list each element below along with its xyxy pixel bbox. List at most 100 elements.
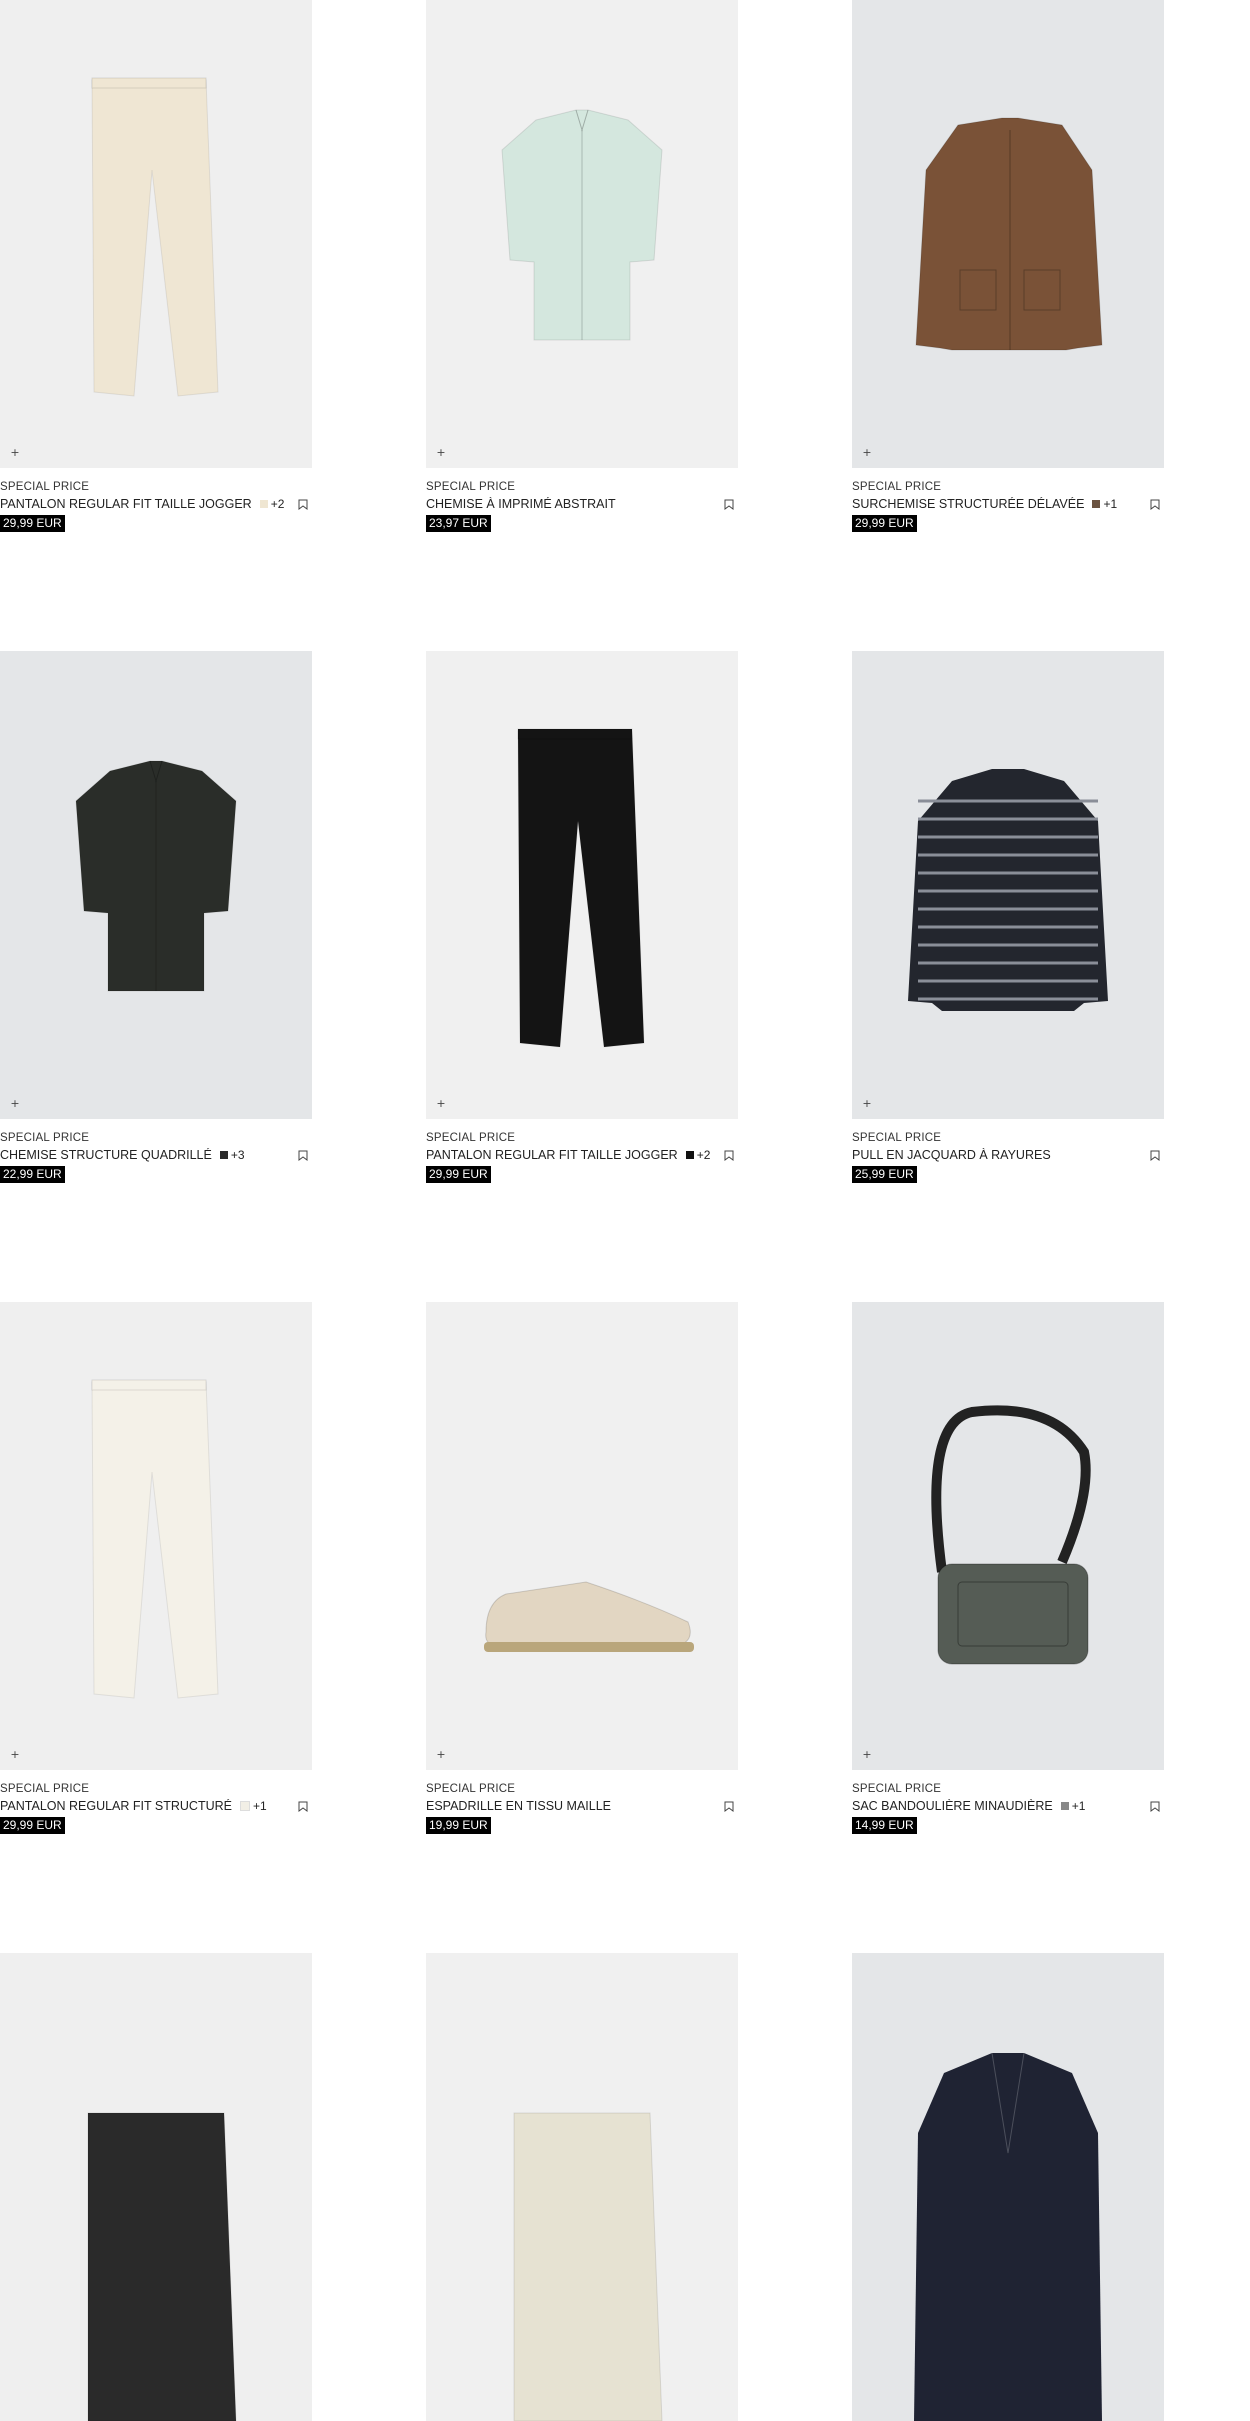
product-price: 19,99 EUR bbox=[426, 1817, 491, 1834]
product-name-row: CHEMISE STRUCTURE QUADRILLÉ +3 bbox=[0, 1145, 312, 1165]
shirt-icon bbox=[501, 109, 663, 341]
shorts-icon bbox=[513, 2112, 663, 2421]
more-colors-count[interactable]: +1 bbox=[1103, 497, 1117, 511]
product-image[interactable]: + bbox=[0, 1302, 312, 1770]
shirt-icon bbox=[75, 760, 237, 992]
color-swatch[interactable] bbox=[259, 500, 268, 508]
bookmark-icon[interactable] bbox=[298, 1801, 308, 1812]
trousers-icon bbox=[517, 728, 645, 1048]
product-image[interactable]: + bbox=[852, 0, 1164, 468]
product-image[interactable]: + bbox=[852, 1302, 1164, 1770]
product-image[interactable]: + bbox=[852, 651, 1164, 1119]
product-name[interactable]: SURCHEMISE STRUCTURÉE DÉLAVÉE bbox=[852, 497, 1084, 511]
shoe-icon bbox=[484, 1581, 694, 1652]
product-info: SPECIAL PRICE SAC BANDOULIÈRE MINAUDIÈRE +… bbox=[852, 1770, 1164, 1834]
product-price: 29,99 EUR bbox=[0, 515, 65, 532]
product-card[interactable]: + SPECIAL PRICE CHEMISE STRUCTURE QUADRILL… bbox=[0, 651, 312, 1183]
product-card[interactable] bbox=[426, 1953, 738, 2421]
quick-add-button[interactable]: + bbox=[862, 1098, 872, 1109]
product-price: 23,97 EUR bbox=[426, 515, 491, 532]
quick-add-button[interactable]: + bbox=[436, 447, 446, 458]
product-name-row: PANTALON REGULAR FIT TAILLE JOGGER +2 bbox=[426, 1145, 738, 1165]
product-name[interactable]: PANTALON REGULAR FIT STRUCTURÉ bbox=[0, 1799, 232, 1813]
quick-add-button[interactable]: + bbox=[862, 1749, 872, 1760]
product-image[interactable]: + bbox=[426, 651, 738, 1119]
product-card[interactable] bbox=[0, 1953, 312, 2421]
product-name-row: PULL EN JACQUARD À RAYURES bbox=[852, 1145, 1164, 1165]
bookmark-icon[interactable] bbox=[724, 499, 734, 510]
product-image[interactable]: + bbox=[426, 1302, 738, 1770]
quick-add-button[interactable]: + bbox=[862, 447, 872, 458]
bookmark-icon[interactable] bbox=[298, 1150, 308, 1161]
shorts-icon bbox=[87, 2112, 237, 2421]
more-colors-count[interactable]: +2 bbox=[697, 1148, 711, 1162]
product-image[interactable] bbox=[426, 1953, 738, 2421]
color-swatch[interactable] bbox=[685, 1151, 694, 1159]
bookmark-icon[interactable] bbox=[1150, 1801, 1160, 1812]
product-name[interactable]: PULL EN JACQUARD À RAYURES bbox=[852, 1148, 1051, 1162]
more-colors-count[interactable]: +1 bbox=[253, 1799, 267, 1813]
blazer-icon bbox=[914, 2052, 1102, 2421]
product-image[interactable]: + bbox=[0, 0, 312, 468]
bookmark-icon[interactable] bbox=[1150, 1150, 1160, 1161]
product-price: 29,99 EUR bbox=[852, 515, 917, 532]
color-swatch[interactable] bbox=[1092, 500, 1101, 508]
product-name[interactable]: SAC BANDOULIÈRE MINAUDIÈRE bbox=[852, 1799, 1053, 1813]
product-name[interactable]: CHEMISE STRUCTURE QUADRILLÉ bbox=[0, 1148, 212, 1162]
more-colors-count[interactable]: +1 bbox=[1072, 1799, 1086, 1813]
bookmark-icon[interactable] bbox=[1150, 499, 1160, 510]
product-card[interactable]: + SPECIAL PRICE PANTALON REGULAR FIT TAILL… bbox=[426, 651, 738, 1183]
product-info: SPECIAL PRICE CHEMISE STRUCTURE QUADRILLÉ… bbox=[0, 1119, 312, 1183]
product-image[interactable] bbox=[852, 1953, 1164, 2421]
product-name[interactable]: PANTALON REGULAR FIT TAILLE JOGGER bbox=[426, 1148, 678, 1162]
product-card[interactable]: + SPECIAL PRICE PANTALON REGULAR FIT STRUC… bbox=[0, 1302, 312, 1834]
product-image[interactable]: + bbox=[426, 0, 738, 468]
product-card[interactable]: + SPECIAL PRICE ESPADRILLE EN TISSU MAILLE… bbox=[426, 1302, 738, 1834]
product-name[interactable]: PANTALON REGULAR FIT TAILLE JOGGER bbox=[0, 497, 252, 511]
product-info: SPECIAL PRICE SURCHEMISE STRUCTURÉE DÉLAV… bbox=[852, 468, 1164, 532]
product-card[interactable]: + SPECIAL PRICE SURCHEMISE STRUCTURÉE DÉLA… bbox=[852, 0, 1164, 532]
color-swatch[interactable] bbox=[219, 1151, 228, 1159]
quick-add-button[interactable]: + bbox=[436, 1749, 446, 1760]
special-price-label: SPECIAL PRICE bbox=[0, 1783, 90, 1795]
product-card[interactable]: + SPECIAL PRICE SAC BANDOULIÈRE MINAUDIÈRE… bbox=[852, 1302, 1164, 1834]
more-colors-count[interactable]: +2 bbox=[271, 497, 285, 511]
product-card[interactable]: + SPECIAL PRICE CHEMISE À IMPRIMÉ ABSTRAIT… bbox=[426, 0, 738, 532]
product-price: 29,99 EUR bbox=[426, 1166, 491, 1183]
product-info: SPECIAL PRICE ESPADRILLE EN TISSU MAILLE 1… bbox=[426, 1770, 738, 1834]
color-swatch[interactable] bbox=[239, 1801, 250, 1811]
more-colors-count[interactable]: +3 bbox=[231, 1148, 245, 1162]
product-info: SPECIAL PRICE PULL EN JACQUARD À RAYURES 2… bbox=[852, 1119, 1164, 1183]
product-grid: + SPECIAL PRICE PANTALON REGULAR FIT TAILL… bbox=[0, 0, 1250, 2421]
bookmark-icon[interactable] bbox=[724, 1150, 734, 1161]
product-price: 22,99 EUR bbox=[0, 1166, 65, 1183]
special-price-label: SPECIAL PRICE bbox=[426, 481, 516, 493]
special-price-label: SPECIAL PRICE bbox=[852, 1783, 942, 1795]
special-price-label: SPECIAL PRICE bbox=[426, 1783, 516, 1795]
quick-add-button[interactable]: + bbox=[10, 1098, 20, 1109]
product-card[interactable]: + SPECIAL PRICE PULL EN JACQUARD À RAYURES… bbox=[852, 651, 1164, 1183]
product-card[interactable] bbox=[852, 1953, 1164, 2421]
product-name[interactable]: ESPADRILLE EN TISSU MAILLE bbox=[426, 1799, 611, 1813]
trousers-icon bbox=[91, 77, 219, 397]
product-name-row: PANTALON REGULAR FIT TAILLE JOGGER +2 bbox=[0, 494, 312, 514]
product-info: SPECIAL PRICE CHEMISE À IMPRIMÉ ABSTRAIT 2… bbox=[426, 468, 738, 532]
product-name[interactable]: CHEMISE À IMPRIMÉ ABSTRAIT bbox=[426, 497, 616, 511]
special-price-label: SPECIAL PRICE bbox=[0, 1132, 90, 1144]
jacket-icon bbox=[915, 117, 1103, 351]
product-image[interactable]: + bbox=[0, 651, 312, 1119]
product-image[interactable] bbox=[0, 1953, 312, 2421]
product-card[interactable]: + SPECIAL PRICE PANTALON REGULAR FIT TAILL… bbox=[0, 0, 312, 532]
color-swatch[interactable] bbox=[1060, 1802, 1069, 1810]
product-price: 14,99 EUR bbox=[852, 1817, 917, 1834]
bookmark-icon[interactable] bbox=[298, 499, 308, 510]
trousers-icon bbox=[91, 1379, 219, 1699]
product-price: 29,99 EUR bbox=[0, 1817, 65, 1834]
product-info: SPECIAL PRICE PANTALON REGULAR FIT TAILLE… bbox=[0, 468, 312, 532]
product-name-row: PANTALON REGULAR FIT STRUCTURÉ +1 bbox=[0, 1796, 312, 1816]
quick-add-button[interactable]: + bbox=[436, 1098, 446, 1109]
quick-add-button[interactable]: + bbox=[10, 447, 20, 458]
quick-add-button[interactable]: + bbox=[10, 1749, 20, 1760]
bookmark-icon[interactable] bbox=[724, 1801, 734, 1812]
special-price-label: SPECIAL PRICE bbox=[0, 481, 90, 493]
